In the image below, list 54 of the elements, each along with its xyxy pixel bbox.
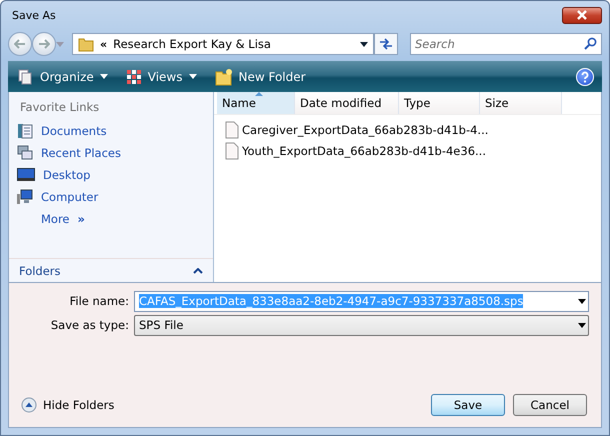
- close-button[interactable]: [562, 6, 602, 24]
- caret-icon: [578, 322, 586, 328]
- field-label: File name:: [68, 294, 129, 308]
- column-header[interactable]: Date modified: [295, 92, 399, 114]
- file-row[interactable]: Caregiver_ExportData_66ab283b-d41b-4...: [214, 119, 601, 140]
- chevron-up-icon: [193, 268, 203, 274]
- toolbar-button[interactable]: Organize: [16, 66, 110, 86]
- caret-icon: [100, 74, 108, 79]
- column-header[interactable]: Size: [480, 92, 562, 114]
- dialog-button[interactable]: Save: [431, 394, 505, 416]
- section-heading: Favorite Links: [19, 99, 100, 116]
- column-header[interactable]: Type: [399, 92, 480, 114]
- forward-arrow-icon: [38, 39, 50, 49]
- new-folder-icon: [214, 68, 232, 86]
- favorite-link[interactable]: Documents: [9, 120, 113, 142]
- toolbar-button[interactable]: New Folder: [212, 66, 308, 88]
- breadcrumb-chevron[interactable]: «: [100, 38, 108, 50]
- search-icon: [584, 37, 597, 50]
- computer-icon: [17, 189, 33, 205]
- favorite-link[interactable]: Computer: [9, 186, 104, 208]
- column-header[interactable]: Name: [217, 92, 295, 114]
- folder-icon: [78, 36, 94, 52]
- close-icon: [576, 10, 588, 20]
- favorite-link[interactable]: More »: [9, 208, 91, 230]
- dialog-button[interactable]: Cancel: [513, 394, 587, 416]
- address-bar[interactable]: « Research Export Kay & Lisa: [72, 33, 374, 55]
- toolbar-button[interactable]: Views: [124, 66, 198, 86]
- folder-path[interactable]: Research Export Kay & Lisa: [113, 37, 349, 51]
- file-icon: [225, 142, 239, 160]
- file-type-dropdown[interactable]: SPS File: [134, 314, 589, 336]
- caret-icon: [578, 298, 586, 304]
- refresh-button[interactable]: [374, 33, 398, 55]
- grid-icon: [126, 68, 142, 84]
- documents-icon: [17, 123, 33, 139]
- caret-icon: [56, 42, 64, 46]
- help-button[interactable]: [576, 68, 594, 86]
- favorite-link[interactable]: Desktop: [9, 164, 96, 186]
- caret-icon: [188, 74, 196, 79]
- back-arrow-icon: [14, 39, 26, 49]
- window-title: Save As: [11, 8, 56, 22]
- hide-folders-button[interactable]: Hide Folders: [21, 397, 114, 413]
- favorite-link[interactable]: Recent Places: [9, 142, 127, 164]
- field-label: Save as type:: [50, 318, 129, 332]
- monitor-icon: [17, 145, 33, 161]
- refresh-icon: [379, 38, 393, 50]
- file-row[interactable]: Youth_ExportData_66ab283b-d41b-4e36...: [214, 140, 601, 161]
- pages-icon: [18, 68, 34, 84]
- desktop-icon: [17, 168, 35, 182]
- file-icon: [225, 120, 239, 138]
- sort-arrow-icon: [255, 92, 263, 96]
- folders-label: Folders: [19, 264, 61, 278]
- caret-icon: [360, 42, 368, 46]
- folders-toggle[interactable]: Folders: [9, 258, 213, 282]
- search-field[interactable]: Search: [410, 33, 602, 55]
